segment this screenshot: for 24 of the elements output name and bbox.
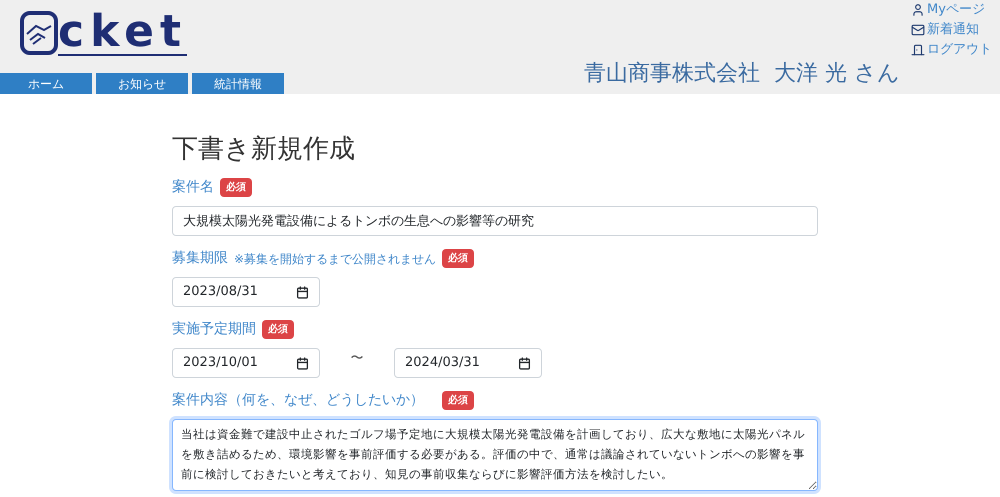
field-label: 実施予定期間 [172, 320, 256, 339]
field-label: 案件名 [172, 178, 214, 197]
nav-tab[interactable]: お知らせ [96, 73, 188, 94]
user-link[interactable]: ログアウト [911, 40, 992, 60]
nav-tab[interactable]: 統計情報 [192, 73, 284, 94]
date-field[interactable]: 2023/08/31 [172, 277, 320, 307]
required-badge: 必須 [442, 249, 474, 268]
range-separator: 〜 [350, 350, 364, 368]
nav-tab[interactable]: ホーム [0, 73, 92, 94]
user-link[interactable]: Myページ [911, 0, 992, 20]
required-badge: 必須 [442, 391, 474, 410]
user-link[interactable]: 新着通知 [911, 20, 992, 40]
field-label: 案件内容（何を、なぜ、どうしたいか） [172, 391, 424, 410]
user-name: 青山商事株式会社 大洋 光 さん [584, 60, 900, 88]
required-badge: 必須 [220, 178, 252, 197]
required-badge: 必須 [262, 320, 294, 339]
field-label: 募集期限 [172, 249, 228, 268]
logo-text: cket [58, 10, 188, 56]
text-area[interactable]: 当社は資金難で建設中止されたゴルフ場予定地に大規模太陽光発電設備を計画しており、広大な敷地に太陽光パネルを敷き詰めるため、環境影響を事前評価する必要がある。評価の中で、通常は議論されていないトンボへの影響を事前に検討しておきたいと考えており、知見の事前収集ならびに影響評価方法を検討したい。 [172, 419, 818, 491]
date-field[interactable]: 2023/10/01 [172, 348, 320, 378]
page-title: 下書き新規作成 [172, 133, 356, 166]
text-field[interactable]: 大規模太陽光発電設備によるトンボの生息への影響等の研究 [172, 206, 818, 236]
date-field[interactable]: 2024/03/31 [394, 348, 542, 378]
field-note: ※募集を開始するまで公開されません [234, 250, 436, 268]
